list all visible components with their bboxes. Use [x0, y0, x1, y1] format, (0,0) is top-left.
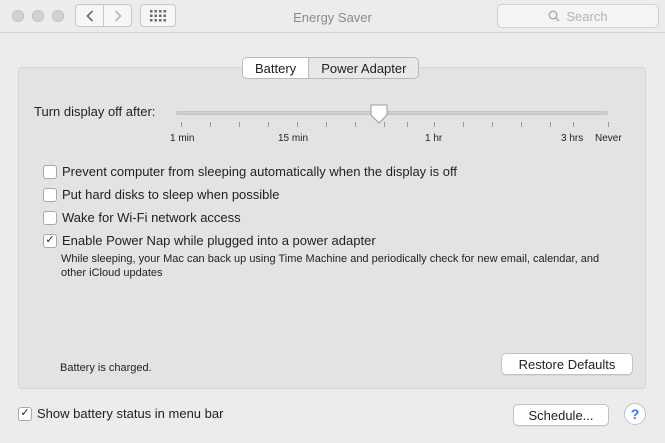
- display-off-slider-thumb[interactable]: [370, 104, 388, 124]
- slider-tick: [326, 122, 327, 127]
- checkbox[interactable]: [43, 164, 57, 179]
- battery-status-text: Battery is charged.: [60, 362, 152, 374]
- slider-tick: [492, 122, 493, 127]
- search-icon: [548, 10, 560, 22]
- checkbox[interactable]: [43, 210, 57, 225]
- option-wake-wifi[interactable]: Wake for Wi-Fi network access: [43, 210, 241, 225]
- help-button[interactable]: ?: [624, 403, 646, 425]
- checkmark-icon: ✓: [45, 234, 55, 246]
- title-bar: Energy Saver Search: [0, 0, 665, 33]
- slider-tick: [355, 122, 356, 127]
- option-label: Prevent computer from sleeping automatic…: [62, 164, 458, 179]
- slider-tick: [521, 122, 522, 127]
- slider-tick: [297, 122, 298, 127]
- slider-tick: [463, 122, 464, 127]
- slider-tick: [268, 122, 269, 127]
- option-label: Put hard disks to sleep when possible: [62, 187, 280, 202]
- tab-power-adapter[interactable]: Power Adapter: [309, 58, 419, 78]
- restore-defaults-button[interactable]: Restore Defaults: [501, 353, 633, 375]
- display-off-label: Turn display off after:: [34, 104, 156, 119]
- tab-battery[interactable]: Battery: [243, 58, 310, 78]
- slider-tick: [239, 122, 240, 127]
- tick-label: 15 min: [278, 133, 309, 144]
- tick-label: 1 hr: [425, 133, 443, 144]
- tab-bar: Battery Power Adapter: [242, 57, 420, 79]
- slider-tick: [550, 122, 551, 127]
- search-placeholder: Search: [566, 8, 608, 24]
- checkbox[interactable]: [43, 187, 57, 202]
- option-power-nap[interactable]: ✓ Enable Power Nap while plugged into a …: [43, 233, 376, 248]
- tick-label: Never: [595, 133, 622, 144]
- option-label: Enable Power Nap while plugged into a po…: [62, 233, 376, 248]
- slider-tick: [384, 122, 385, 127]
- power-nap-description: While sleeping, your Mac can back up usi…: [61, 253, 600, 279]
- option-label: Show battery status in menu bar: [37, 406, 224, 421]
- slider-tick: [210, 122, 211, 127]
- show-battery-status-option[interactable]: ✓ Show battery status in menu bar: [18, 406, 223, 421]
- option-prevent-sleep[interactable]: Prevent computer from sleeping automatic…: [43, 164, 457, 179]
- option-hard-disk-sleep[interactable]: Put hard disks to sleep when possible: [43, 187, 280, 202]
- slider-tick: [434, 122, 435, 127]
- checkmark-icon: ✓: [20, 407, 30, 419]
- slider-tick: [608, 122, 609, 127]
- checkbox[interactable]: ✓: [43, 233, 57, 248]
- checkbox[interactable]: ✓: [18, 406, 32, 421]
- display-off-slider-track[interactable]: [176, 111, 608, 115]
- slider-tick: [407, 122, 408, 127]
- tick-label: 1 min: [170, 133, 195, 144]
- tick-label: 3 hrs: [561, 133, 584, 144]
- slider-tick: [573, 122, 574, 127]
- schedule-button[interactable]: Schedule...: [513, 404, 609, 426]
- option-label: Wake for Wi-Fi network access: [62, 210, 241, 225]
- search-field[interactable]: Search: [497, 4, 659, 28]
- slider-tick: [181, 122, 182, 127]
